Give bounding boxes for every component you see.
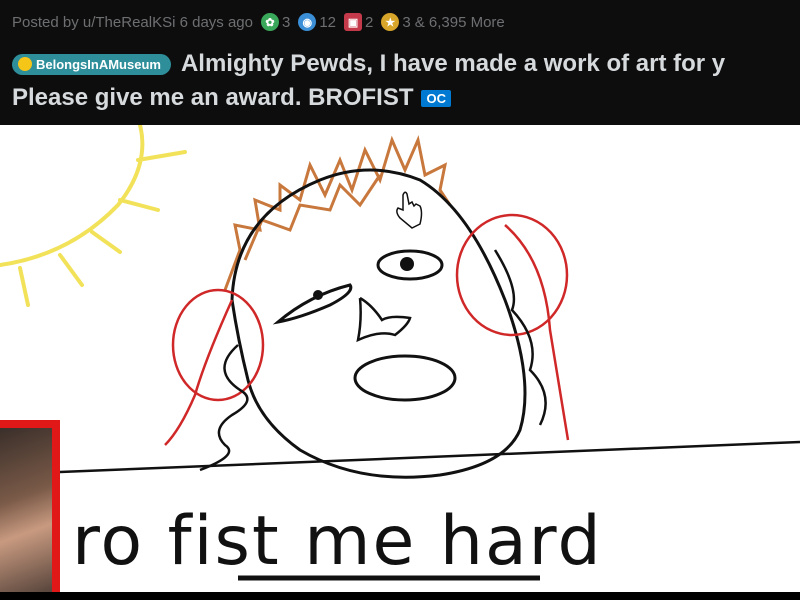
post-meta-text[interactable]: Posted by u/TheRealKSi 6 days ago (12, 14, 253, 31)
award-count: 2 (365, 13, 374, 31)
green-award-icon: ✿ (260, 13, 279, 31)
post-title-row-2: Please give me an award. BROFIST OC (12, 84, 451, 112)
post-flair[interactable]: BelongsInAMuseum (12, 53, 171, 75)
mouth-drawing (353, 354, 457, 402)
oc-badge: OC (421, 89, 451, 107)
sun-drawing (0, 125, 187, 307)
red-award-icon: ▣ (344, 13, 363, 31)
handwritten-text: ro fist me hard (72, 502, 603, 581)
award-gold[interactable]: ★ 3 (381, 13, 411, 31)
post-title-line-2[interactable]: Please give me an award. BROFIST (12, 84, 413, 112)
post-title-row: BelongsInAMuseum Almighty Pewds, I have … (12, 50, 800, 78)
flair-label: BelongsInAMuseum (36, 56, 161, 72)
award-count: 12 (319, 13, 337, 31)
award-count: 3 (402, 13, 411, 31)
table-line (59, 440, 800, 474)
museum-flair-icon (18, 57, 32, 71)
streamer-facecam (0, 420, 60, 600)
hand-cursor-icon (396, 191, 423, 229)
left-eye (272, 283, 353, 325)
left-ear (171, 288, 265, 402)
post-meta: Posted by u/TheRealKSi 6 days ago ✿ 3 ◉ … (12, 10, 505, 34)
award-blue[interactable]: ◉ 12 (298, 13, 336, 31)
post-header: Posted by u/TheRealKSi 6 days ago ✿ 3 ◉ … (0, 0, 800, 125)
blue-award-icon: ◉ (298, 13, 317, 31)
award-count: 3 (281, 13, 291, 31)
nose-drawing (356, 296, 412, 343)
award-green[interactable]: ✿ 3 (260, 13, 291, 31)
more-awards[interactable]: & 6,395 More (415, 14, 505, 31)
post-title-line-1[interactable]: Almighty Pewds, I have made a work of ar… (181, 50, 725, 78)
gold-award-icon: ★ (381, 13, 400, 31)
award-red[interactable]: ▣ 2 (344, 13, 373, 31)
facecam-image (0, 428, 52, 600)
bottom-bar (0, 592, 800, 600)
